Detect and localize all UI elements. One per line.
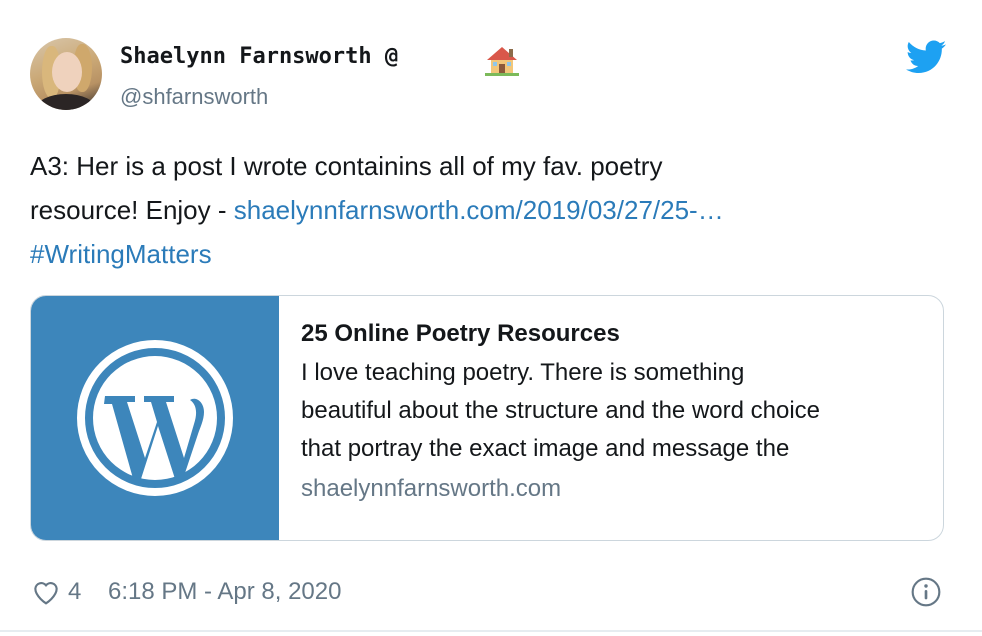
- like-button[interactable]: 4: [30, 576, 81, 608]
- card-description: I love teaching poetry. There is somethi…: [301, 354, 921, 468]
- card-description-line: I love teaching poetry. There is somethi…: [301, 359, 745, 386]
- tweet-text-line: A3: Her is a post I wrote containins all…: [30, 151, 663, 181]
- tweet-footer: 4 6:18 PM - Apr 8, 2020: [30, 574, 950, 610]
- twitter-bird-icon[interactable]: [906, 40, 946, 74]
- timestamp[interactable]: 6:18 PM - Apr 8, 2020: [108, 578, 341, 606]
- tweet-embed: Shaelynn Farnsworth @ @shfarnsworth A3: …: [0, 0, 982, 636]
- user-handle[interactable]: @shfarnsworth: [120, 84, 268, 110]
- tweet-text: A3: Her is a post I wrote containins all…: [30, 144, 930, 276]
- card-description-line: beautiful about the structure and the wo…: [301, 397, 820, 424]
- card-description-line: that portray the exact image and message…: [301, 435, 790, 462]
- tweet-link[interactable]: shaelynnfarnsworth.com/2019/03/27/25-…: [234, 195, 724, 225]
- card-body: 25 Online Poetry Resources I love teachi…: [301, 316, 921, 508]
- info-icon[interactable]: [910, 576, 942, 608]
- tweet-text-segment: resource! Enjoy -: [30, 195, 234, 225]
- divider: [0, 630, 982, 632]
- display-name[interactable]: Shaelynn Farnsworth @: [120, 44, 398, 69]
- card-title: 25 Online Poetry Resources: [301, 320, 620, 347]
- hashtag-link[interactable]: #WritingMatters: [30, 232, 930, 276]
- wordpress-logo-icon: [77, 340, 233, 496]
- like-count: 4: [68, 578, 82, 605]
- link-preview-card[interactable]: 25 Online Poetry Resources I love teachi…: [30, 295, 944, 541]
- card-thumbnail: [31, 296, 279, 540]
- card-domain: shaelynnfarnsworth.com: [301, 475, 562, 502]
- house-icon: [485, 47, 519, 76]
- heart-icon: [34, 582, 58, 605]
- avatar[interactable]: [30, 38, 102, 110]
- tweet-text-line: resource! Enjoy - shaelynnfarnsworth.com…: [30, 188, 930, 232]
